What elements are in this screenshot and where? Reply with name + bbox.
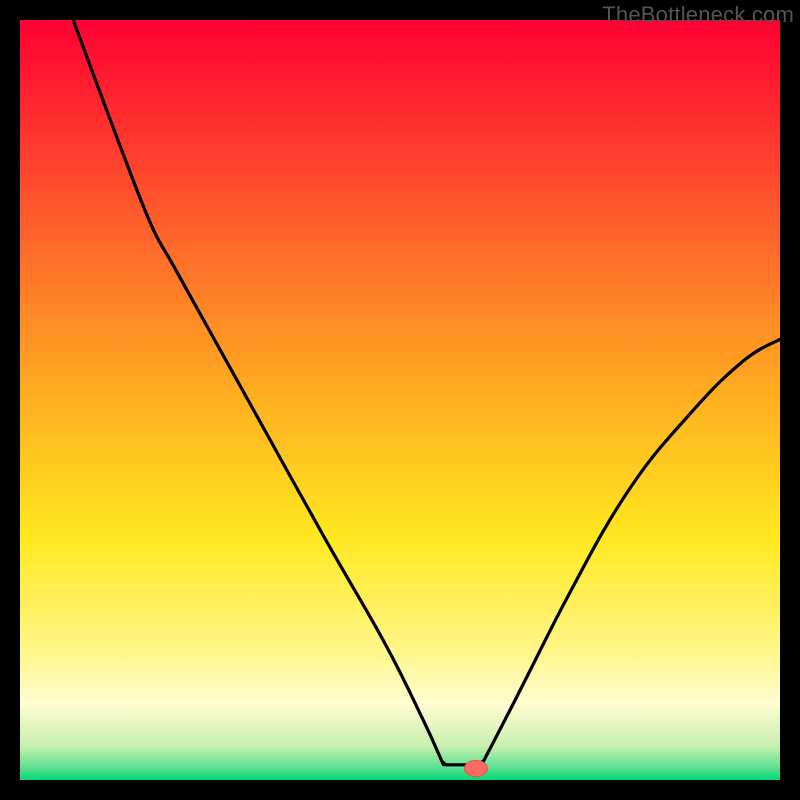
plot-background-gradient xyxy=(20,20,780,780)
chart-stage: TheBottleneck.com xyxy=(0,0,800,800)
plot-frame xyxy=(20,20,780,780)
